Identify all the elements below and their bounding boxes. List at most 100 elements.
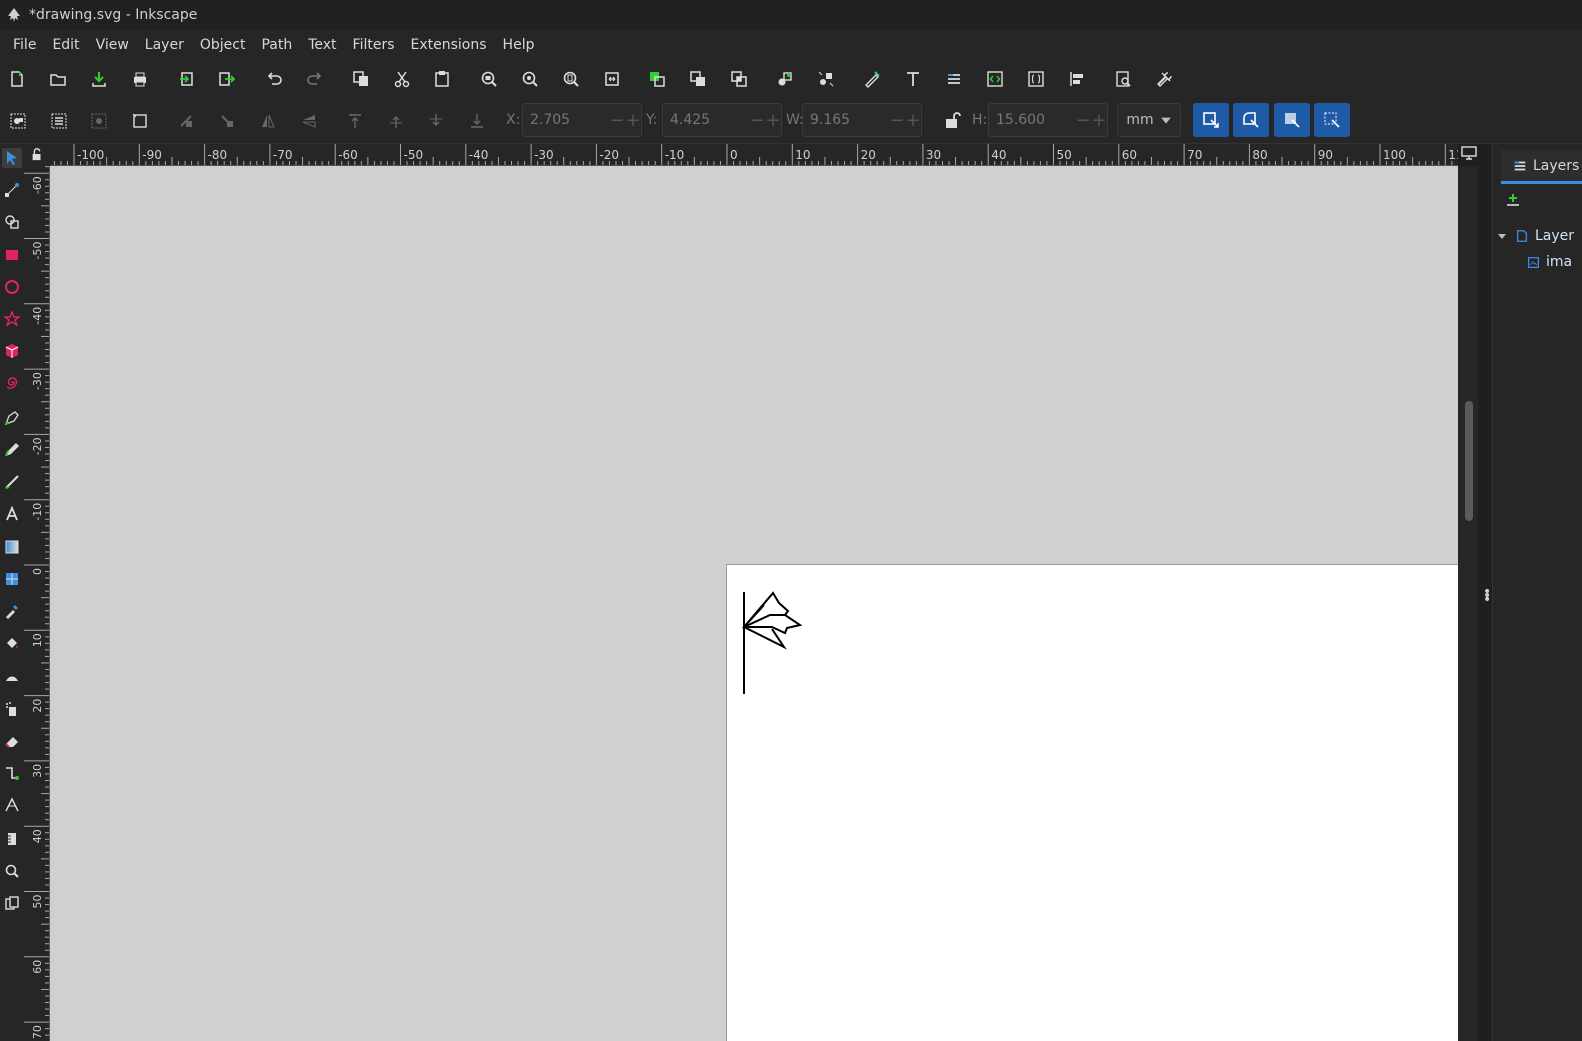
menu-filters[interactable]: Filters [345,30,403,60]
fill-stroke-icon[interactable] [861,68,883,90]
copy-icon[interactable] [350,68,372,90]
pen-tool-icon[interactable] [2,408,22,428]
transform-gradients-toggle[interactable] [1274,103,1310,137]
menu-help[interactable]: Help [495,30,543,60]
page-area[interactable] [726,564,1458,1041]
touch-select-icon[interactable] [129,110,151,132]
undo-icon[interactable] [263,68,285,90]
paint-bucket-tool-icon[interactable] [2,633,22,653]
select-all-layers-icon[interactable] [48,110,70,132]
transform-patterns-toggle[interactable] [1314,103,1350,137]
menu-file[interactable]: File [5,30,44,60]
group-icon[interactable] [774,68,796,90]
unit-select[interactable]: mm [1117,103,1181,137]
object-row[interactable]: ima [1493,250,1572,274]
ellipse-tool-icon[interactable] [2,277,22,297]
calligraphy-tool-icon[interactable] [2,472,22,492]
preferences-icon[interactable] [1153,68,1175,90]
zoom-selection-icon[interactable] [478,68,500,90]
zoom-drawing-icon[interactable] [519,68,541,90]
connector-tool-icon[interactable] [2,763,22,783]
xml-editor-icon[interactable] [984,68,1006,90]
w-decrement[interactable]: − [889,110,905,131]
shape-builder-tool-icon[interactable] [2,212,22,232]
x-coordinate-field[interactable]: X: 2.705 − + [506,103,642,137]
ungroup-icon[interactable] [815,68,837,90]
vertical-ruler[interactable]: -60 -50 -40 -30 -20 -10 0 10 20 30 40 50 60 70 [24,166,50,1041]
drawing-canvas[interactable] [50,166,1458,1041]
mesh-tool-icon[interactable] [2,569,22,589]
menu-layer[interactable]: Layer [137,30,192,60]
w-increment[interactable]: + [905,110,921,131]
zoom-tool-icon[interactable] [2,861,22,881]
pages-tool-icon[interactable] [2,893,22,913]
cut-icon[interactable] [391,68,413,90]
menu-object[interactable]: Object [192,30,254,60]
align-distribute-icon[interactable] [1066,68,1088,90]
spiral-tool-icon[interactable] [2,373,22,393]
tab-layers[interactable]: Layers [1501,150,1582,184]
more-options-icon[interactable]: • • • [1483,585,1491,607]
expand-triangle-icon[interactable] [1497,231,1507,241]
menu-edit[interactable]: Edit [44,30,87,60]
paste-icon[interactable] [431,68,453,90]
zoom-page-icon[interactable] [560,68,582,90]
import-icon[interactable] [176,68,198,90]
dropper-tool-icon[interactable] [2,601,22,621]
star-tool-icon[interactable] [2,309,22,329]
y-coordinate-field[interactable]: Y: 4.425 − + [646,103,782,137]
new-document-icon[interactable] [6,68,28,90]
layer-row[interactable]: Layer [1493,224,1574,248]
save-icon[interactable] [88,68,110,90]
menu-view[interactable]: View [88,30,137,60]
selector-tool-icon[interactable] [2,148,22,168]
drawn-object[interactable] [742,591,804,695]
spray-tool-icon[interactable] [2,699,22,719]
add-layer-icon[interactable] [1505,192,1521,208]
pencil-tool-icon[interactable] [2,440,22,460]
unlink-clone-icon[interactable] [728,68,750,90]
h-decrement[interactable]: − [1075,110,1091,131]
horizontal-ruler[interactable]: -100 -90 -80 -70 -60 -50 -40 -30 -20 -10 0 10 20 30 40… [50,144,1458,166]
dock-resize-handle[interactable]: • • • [1478,144,1492,1041]
node-tool-icon[interactable] [2,180,22,200]
y-input[interactable]: 4.425 − + [662,103,782,137]
3d-box-tool-icon[interactable] [2,341,22,361]
select-all-icon[interactable] [7,110,29,132]
height-field[interactable]: H: 15.600 − + [972,103,1108,137]
lpe-tool-icon[interactable] [2,795,22,815]
x-input[interactable]: 2.705 − + [522,103,642,137]
tweak-tool-icon[interactable] [2,667,22,687]
selectors-css-icon[interactable] [1025,68,1047,90]
x-decrement[interactable]: − [609,110,625,131]
y-decrement[interactable]: − [749,110,765,131]
duplicate-icon[interactable] [646,68,668,90]
height-input[interactable]: 15.600 − + [988,103,1108,137]
gradient-tool-icon[interactable] [2,537,22,557]
rectangle-tool-icon[interactable] [2,245,22,265]
zoom-page-width-icon[interactable] [601,68,623,90]
open-file-icon[interactable] [47,68,69,90]
print-icon[interactable] [129,68,151,90]
y-increment[interactable]: + [765,110,781,131]
text-tool-icon[interactable] [2,504,22,524]
scale-stroke-toggle[interactable] [1193,103,1229,137]
menu-path[interactable]: Path [253,30,300,60]
lock-proportions-icon[interactable] [942,110,962,130]
measure-tool-icon[interactable] [2,829,22,849]
document-properties-icon[interactable] [1112,68,1134,90]
menu-text[interactable]: Text [300,30,344,60]
menu-extensions[interactable]: Extensions [403,30,495,60]
scrollbar-thumb[interactable] [1465,401,1473,521]
eraser-tool-icon[interactable] [2,731,22,751]
width-input[interactable]: 9.165 − + [802,103,922,137]
vertical-scrollbar[interactable] [1458,166,1478,1041]
display-mode-icon[interactable] [1461,145,1477,161]
h-increment[interactable]: + [1091,110,1107,131]
text-font-icon[interactable] [902,68,924,90]
scale-corners-toggle[interactable] [1233,103,1269,137]
export-icon[interactable] [215,68,237,90]
width-field[interactable]: W: 9.165 − + [786,103,922,137]
clone-icon[interactable] [687,68,709,90]
layers-objects-icon[interactable] [943,68,965,90]
